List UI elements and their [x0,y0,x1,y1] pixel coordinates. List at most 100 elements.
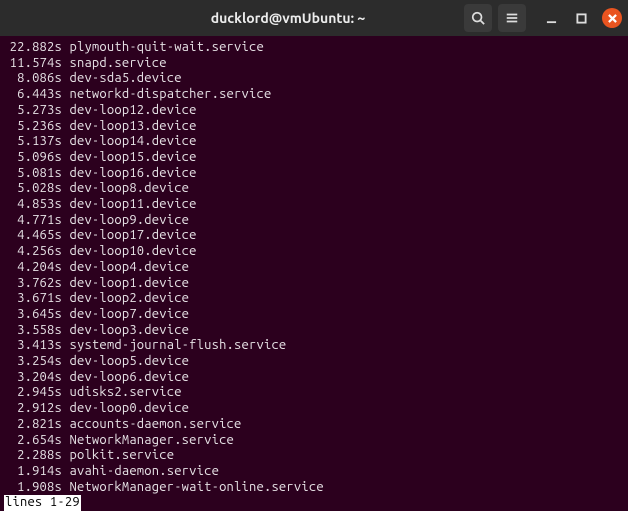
boot-time: 6.443s [4,87,62,103]
terminal-line: 2.912s dev-loop0.device [4,401,626,417]
terminal-line: 4.465s dev-loop17.device [4,228,626,244]
terminal-line: 4.256s dev-loop10.device [4,244,626,260]
titlebar: ducklord@vmUbuntu: ~ [0,0,628,36]
service-name: dev-loop7.device [62,307,189,321]
terminal-line: 3.645s dev-loop7.device [4,307,626,323]
titlebar-controls [464,4,622,32]
boot-time: 4.465s [4,228,62,244]
service-name: dev-loop1.device [62,276,189,290]
service-name: dev-loop0.device [62,401,189,415]
close-button[interactable] [602,8,622,28]
boot-time: 5.096s [4,150,62,166]
terminal-line: 2.654s NetworkManager.service [4,433,626,449]
terminal-line: 1.908s NetworkManager-wait-online.servic… [4,480,626,496]
terminal-line: 3.413s systemd-journal-flush.service [4,338,626,354]
boot-time: 4.204s [4,260,62,276]
terminal-line: 3.558s dev-loop3.device [4,323,626,339]
menu-button[interactable] [498,4,526,32]
service-name: snapd.service [62,56,167,70]
service-name: dev-loop11.device [62,197,197,211]
boot-time: 5.137s [4,134,62,150]
service-name: dev-loop12.device [62,103,197,117]
boot-time: 3.645s [4,307,62,323]
service-name: dev-loop10.device [62,244,197,258]
boot-time: 3.413s [4,338,62,354]
service-name: avahi-daemon.service [62,464,219,478]
boot-time: 5.236s [4,119,62,135]
terminal-line: 3.762s dev-loop1.device [4,276,626,292]
service-name: dev-loop16.device [62,166,197,180]
terminal-line: 5.236s dev-loop13.device [4,119,626,135]
terminal-line: 3.254s dev-loop5.device [4,354,626,370]
terminal-line: 1.914s avahi-daemon.service [4,464,626,480]
maximize-button[interactable] [572,9,590,27]
terminal-output[interactable]: 22.882s plymouth-quit-wait.service11.574… [0,36,628,511]
boot-time: 3.254s [4,354,62,370]
terminal-line: 5.273s dev-loop12.device [4,103,626,119]
service-name: plymouth-quit-wait.service [62,40,264,54]
boot-time: 4.853s [4,197,62,213]
maximize-icon [576,13,587,24]
boot-time: 5.028s [4,181,62,197]
boot-time: 3.558s [4,323,62,339]
service-name: dev-loop14.device [62,134,197,148]
boot-time: 1.914s [4,464,62,480]
terminal-line: 4.853s dev-loop11.device [4,197,626,213]
minimize-icon [546,13,557,24]
service-name: dev-loop17.device [62,228,197,242]
service-name: dev-loop3.device [62,323,189,337]
terminal-line: 2.288s polkit.service [4,448,626,464]
terminal-line: 5.028s dev-loop8.device [4,181,626,197]
window-title: ducklord@vmUbuntu: ~ [112,10,464,26]
minimize-button[interactable] [542,9,560,27]
boot-time: 2.821s [4,417,62,433]
boot-time: 2.288s [4,448,62,464]
service-name: udisks2.service [62,385,182,399]
pager-status: lines 1-29 [4,495,81,511]
terminal-line: 3.204s dev-loop6.device [4,370,626,386]
boot-time: 11.574s [4,56,62,72]
boot-time: 22.882s [4,40,62,56]
terminal-line: 4.771s dev-loop9.device [4,213,626,229]
service-name: dev-loop15.device [62,150,197,164]
service-name: NetworkManager.service [62,433,234,447]
service-name: polkit.service [62,448,174,462]
service-name: dev-sda5.device [62,71,182,85]
terminal-line: 3.671s dev-loop2.device [4,291,626,307]
menu-icon [505,11,519,25]
boot-time: 3.762s [4,276,62,292]
boot-time: 2.654s [4,433,62,449]
search-icon [471,11,485,25]
service-name: dev-loop8.device [62,181,189,195]
service-name: systemd-journal-flush.service [62,338,286,352]
boot-time: 4.256s [4,244,62,260]
terminal-line: 5.137s dev-loop14.device [4,134,626,150]
service-name: dev-loop5.device [62,354,189,368]
service-name: dev-loop9.device [62,213,189,227]
service-name: accounts-daemon.service [62,417,242,431]
service-name: dev-loop6.device [62,370,189,384]
service-name: networkd-dispatcher.service [62,87,271,101]
terminal-line: 2.945s udisks2.service [4,385,626,401]
boot-time: 3.671s [4,291,62,307]
boot-time: 2.912s [4,401,62,417]
service-name: dev-loop4.device [62,260,189,274]
terminal-line: 5.081s dev-loop16.device [4,166,626,182]
boot-time: 2.945s [4,385,62,401]
terminal-line: 8.086s dev-sda5.device [4,71,626,87]
service-name: dev-loop13.device [62,119,197,133]
terminal-line: 11.574s snapd.service [4,56,626,72]
service-name: dev-loop2.device [62,291,189,305]
terminal-line: 22.882s plymouth-quit-wait.service [4,40,626,56]
terminal-line: 4.204s dev-loop4.device [4,260,626,276]
boot-time: 1.908s [4,480,62,496]
search-button[interactable] [464,4,492,32]
service-name: NetworkManager-wait-online.service [62,480,324,494]
close-icon [608,14,617,23]
terminal-line: 6.443s networkd-dispatcher.service [4,87,626,103]
boot-time: 5.081s [4,166,62,182]
boot-time: 4.771s [4,213,62,229]
boot-time: 3.204s [4,370,62,386]
terminal-line: 5.096s dev-loop15.device [4,150,626,166]
terminal-line: 2.821s accounts-daemon.service [4,417,626,433]
